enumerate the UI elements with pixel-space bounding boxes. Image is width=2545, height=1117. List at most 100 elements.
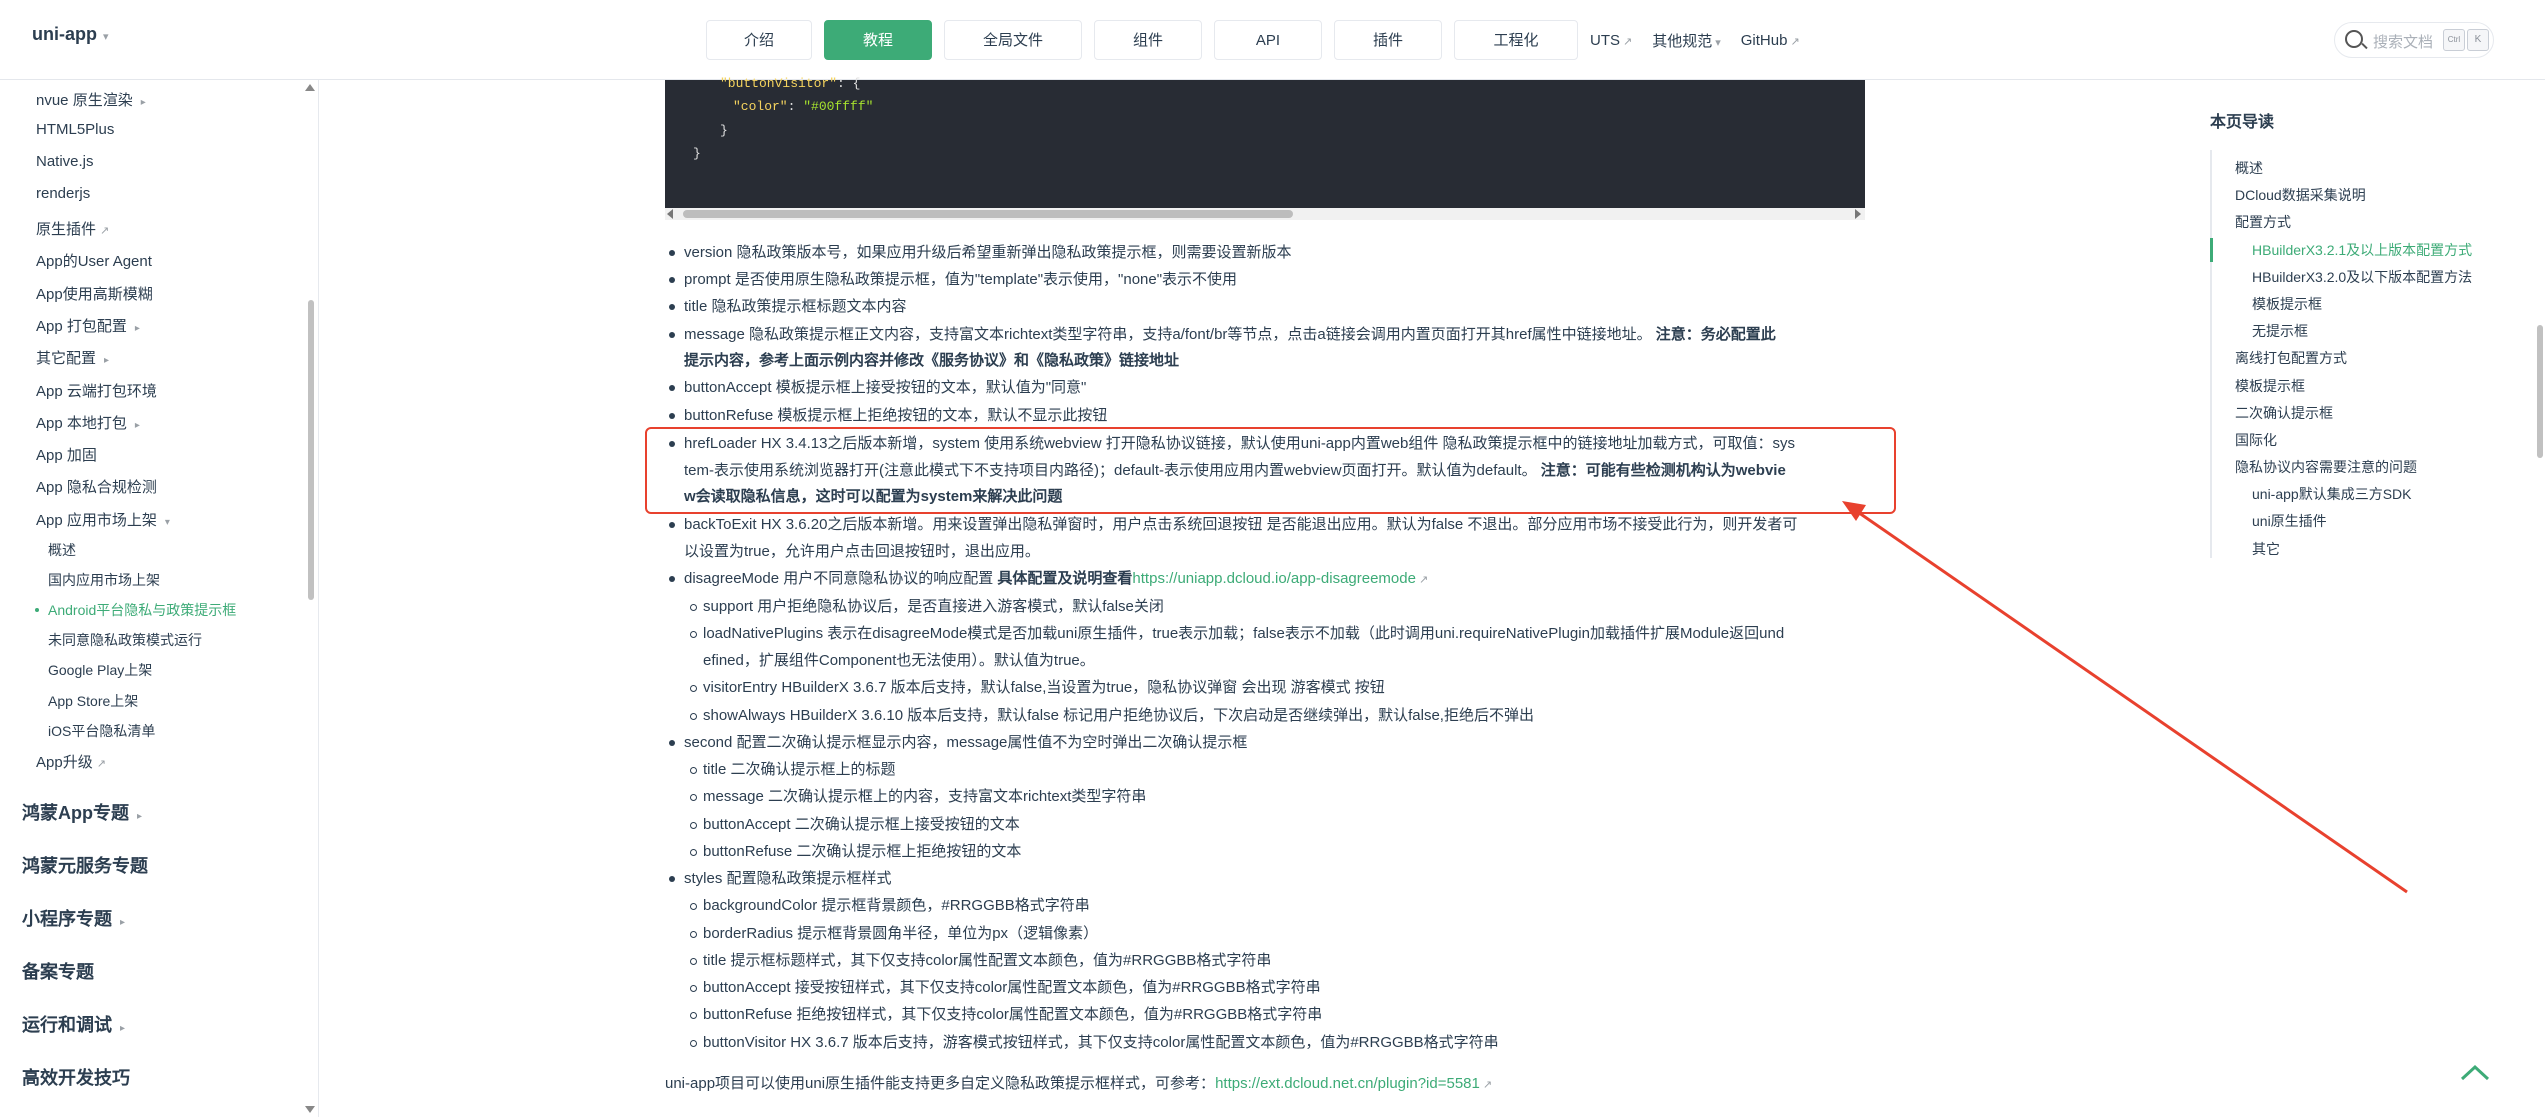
- sub-bullet: [690, 849, 697, 856]
- toc-item-i18n[interactable]: 国际化: [2235, 430, 2277, 450]
- nav-intro[interactable]: 介绍: [706, 20, 812, 60]
- sub-bullet: [690, 1012, 697, 1019]
- sidebar-subitem-app-store[interactable]: App Store上架: [48, 691, 138, 711]
- sub-bullet: [690, 985, 697, 992]
- scroll-right-arrow-icon[interactable]: [1855, 209, 1861, 219]
- external-link-icon: ↗: [1790, 35, 1800, 48]
- sidebar-item-app-market[interactable]: App 应用市场上架 ▾: [36, 509, 170, 530]
- code-text: :: [787, 99, 804, 114]
- sidebar-item-app-upgrade[interactable]: App升级 ↗: [36, 751, 106, 772]
- sidebar-section-filing[interactable]: 备案专题: [22, 958, 94, 984]
- sidebar-item-packaging[interactable]: App 打包配置 ▸: [36, 315, 140, 336]
- list-item: disagreeMode 用户不同意隐私协议的响应配置 具体配置及说明查看htt…: [684, 568, 1428, 591]
- scroll-left-arrow-icon[interactable]: [667, 209, 673, 219]
- nav-github[interactable]: GitHub ↗: [1741, 32, 1800, 49]
- sidebar-subitem-disagree-mode[interactable]: 未同意隐私政策模式运行: [48, 630, 202, 650]
- sidebar-item-local-packaging[interactable]: App 本地打包 ▸: [36, 412, 140, 433]
- sidebar-item-blur[interactable]: App使用高斯模糊: [36, 283, 153, 304]
- sidebar-subitem-google-play[interactable]: Google Play上架: [48, 660, 152, 680]
- disagreemode-link[interactable]: https://uniapp.dcloud.io/app-disagreemod…: [1132, 570, 1416, 587]
- page-scrollbar[interactable]: [2535, 80, 2545, 1117]
- plugin-link[interactable]: https://ext.dcloud.net.cn/plugin?id=5581: [1215, 1075, 1480, 1092]
- sidebar-item-label: App 本地打包: [36, 415, 127, 432]
- sidebar-item-renderjs[interactable]: renderjs: [36, 185, 90, 202]
- sidebar-item-native-plugin[interactable]: 原生插件 ↗: [36, 218, 109, 239]
- nav-api[interactable]: API: [1214, 20, 1322, 60]
- sidebar-section-harmony-service[interactable]: 鸿蒙元服务专题: [22, 852, 148, 878]
- top-navbar: uni-app ▾ 介绍 教程 全局文件 组件 API 插件 工程化 UTS ↗ 其…: [0, 0, 2545, 80]
- code-scrollbar-thumb[interactable]: [683, 210, 1293, 218]
- chevron-right-icon: ▸: [137, 811, 143, 822]
- toc-item-data-collection[interactable]: DCloud数据采集说明: [2235, 185, 2366, 205]
- toc-item-hbx-320[interactable]: HBuilderX3.2.0及以下版本配置方法: [2252, 267, 2472, 287]
- sidebar-scrollbar-thumb[interactable]: [308, 300, 314, 600]
- nav-global-files[interactable]: 全局文件: [944, 20, 1082, 60]
- sub-list-item: buttonAccept 接受按钮样式，其下仅支持color属性配置文本颜色，值…: [703, 979, 1321, 996]
- sidebar-item-nativejs[interactable]: Native.js: [36, 153, 94, 170]
- active-indicator-dot: [35, 608, 39, 612]
- sub-bullet: [690, 931, 697, 938]
- toc-item-hbx-321[interactable]: HBuilderX3.2.1及以上版本配置方式: [2252, 240, 2472, 260]
- toc-item-notes[interactable]: 隐私协议内容需要注意的问题: [2235, 457, 2417, 477]
- toc-item-config-method[interactable]: 配置方式: [2235, 212, 2291, 232]
- shortcut-key-ctrl: Ctrl: [2443, 29, 2465, 51]
- sidebar-section-run-debug[interactable]: 运行和调试 ▸: [22, 1011, 125, 1037]
- nav-other-specs[interactable]: 其他规范 ▾: [1652, 30, 1721, 51]
- list-item: message 隐私政策提示框正文内容，支持富文本richtext类型字符串，支…: [684, 324, 1776, 346]
- bullet: [669, 385, 675, 391]
- bullet: [669, 876, 675, 882]
- search-placeholder: 搜索文档: [2373, 34, 2434, 51]
- sidebar-section-dev-tips[interactable]: 高效开发技巧: [22, 1064, 130, 1090]
- nav-components[interactable]: 组件: [1094, 20, 1202, 60]
- sidebar-item-user-agent[interactable]: App的User Agent: [36, 250, 152, 271]
- sidebar-item-nvue[interactable]: nvue 原生渲染 ▸: [36, 89, 146, 110]
- sub-list-item: loadNativePlugins 表示在disagreeMode模式是否加载u…: [703, 625, 1785, 642]
- sidebar-subitem-overview[interactable]: 概述: [48, 540, 76, 560]
- toc-item-offline-packaging[interactable]: 离线打包配置方式: [2235, 348, 2347, 368]
- main-nav: 介绍 教程 全局文件 组件 API 插件 工程化 UTS ↗ 其他规范 ▾ GitH…: [706, 20, 1820, 60]
- sub-list-item: visitorEntry HBuilderX 3.6.7 版本后支持，默认fal…: [703, 679, 1385, 696]
- sub-bullet: [690, 767, 697, 774]
- sub-bullet: [690, 604, 697, 611]
- toc-item-template-dialog[interactable]: 模板提示框: [2252, 294, 2322, 314]
- sidebar-item-privacy-check[interactable]: App 隐私合规检测: [36, 476, 157, 497]
- sidebar-item-label: App 应用市场上架: [36, 512, 157, 529]
- scroll-up-arrow-icon[interactable]: [305, 84, 315, 91]
- sub-bullet: [690, 903, 697, 910]
- nav-tutorial[interactable]: 教程: [824, 20, 932, 60]
- toc-item-template-dialog-2[interactable]: 模板提示框: [2235, 376, 2305, 396]
- list-item: second 配置二次确认提示框显示内容，message属性值不为空时弹出二次确…: [684, 734, 1248, 751]
- sidebar-item-label: nvue 原生渲染: [36, 92, 133, 109]
- sidebar-item-html5plus[interactable]: HTML5Plus: [36, 121, 114, 138]
- chevron-down-icon: ▾: [103, 31, 109, 43]
- toc-item-no-dialog[interactable]: 无提示框: [2252, 321, 2308, 341]
- nav-uts[interactable]: UTS ↗: [1590, 32, 1632, 49]
- back-to-top-icon[interactable]: [2460, 1062, 2490, 1082]
- sidebar-item-label: App 打包配置: [36, 318, 127, 335]
- sidebar-section-miniprogram[interactable]: 小程序专题 ▸: [22, 905, 125, 931]
- sidebar-item-cloud-packaging[interactable]: App 云端打包环境: [36, 380, 157, 401]
- brand-menu[interactable]: uni-app ▾: [32, 24, 109, 45]
- nav-other-specs-label: 其他规范: [1652, 32, 1713, 50]
- page-scrollbar-thumb[interactable]: [2537, 325, 2543, 458]
- toc-item-overview[interactable]: 概述: [2235, 158, 2263, 178]
- nav-plugins[interactable]: 插件: [1334, 20, 1442, 60]
- code-horizontal-scrollbar[interactable]: [665, 208, 1865, 220]
- sidebar-item-label: 原生插件: [36, 221, 97, 238]
- search-box[interactable]: 搜索文档 Ctrl K: [2334, 22, 2494, 58]
- sidebar-section-harmony-app[interactable]: 鸿蒙App专题 ▸: [22, 799, 142, 825]
- scroll-down-arrow-icon[interactable]: [305, 1106, 315, 1113]
- toc-item-second-confirm[interactable]: 二次确认提示框: [2235, 403, 2333, 423]
- footer-paragraph: uni-app项目可以使用uni原生插件能支持更多自定义隐私政策提示框样式，可参…: [665, 1073, 1492, 1096]
- sub-list-item: backgroundColor 提示框背景颜色，#RRGGBB格式字符串: [703, 897, 1090, 914]
- sidebar-item-other-config[interactable]: 其它配置 ▸: [36, 347, 109, 368]
- code-text: }: [693, 146, 701, 161]
- nav-engineering[interactable]: 工程化: [1454, 20, 1578, 60]
- annotation-highlight-box: [645, 427, 1896, 514]
- sidebar-subitem-ios-privacy-manifest[interactable]: iOS平台隐私清单: [48, 721, 155, 741]
- sidebar-subitem-domestic-market[interactable]: 国内应用市场上架: [48, 570, 160, 590]
- sidebar-section-label: 运行和调试: [22, 1015, 112, 1035]
- sidebar-subitem-android-privacy[interactable]: Android平台隐私与政策提示框: [48, 600, 236, 620]
- sidebar-item-hardening[interactable]: App 加固: [36, 444, 97, 465]
- sub-list-item: title 提示框标题样式，其下仅支持color属性配置文本颜色，值为#RRGG…: [703, 952, 1272, 969]
